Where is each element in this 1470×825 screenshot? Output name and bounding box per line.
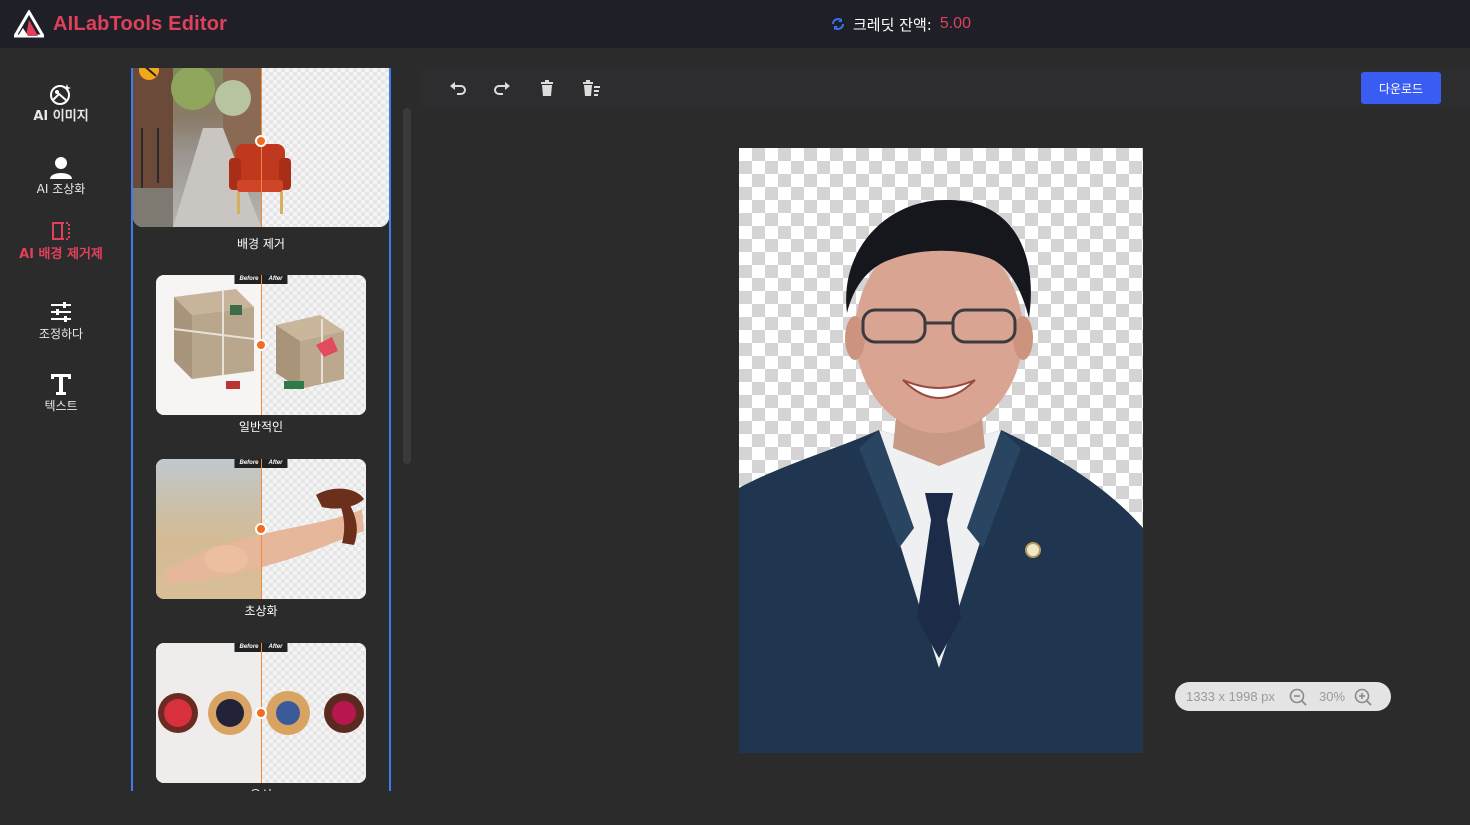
compare-handle[interactable]	[255, 707, 267, 719]
brand[interactable]: AILabTools Editor	[14, 10, 227, 38]
credit-balance: 크레딧 잔액: 5.00	[831, 13, 971, 35]
credit-label: 크레딧 잔액:	[853, 15, 932, 34]
undo-icon[interactable]	[448, 78, 468, 98]
template-thumbnail	[133, 68, 389, 227]
nav-label: 조정하다	[38, 327, 84, 341]
nav-label: AI 이미지	[33, 109, 89, 124]
template-label: 일반적인	[238, 420, 284, 434]
canvas-toolbar	[421, 68, 1470, 108]
zoom-out-icon[interactable]	[1288, 687, 1308, 707]
clear-all-icon[interactable]	[581, 78, 601, 98]
template-thumbnail: Before After	[156, 643, 366, 783]
nav-text[interactable]: 텍스트	[0, 372, 122, 415]
before-label: Before	[239, 644, 259, 650]
nav-ai-image[interactable]: AI 이미지	[0, 82, 122, 125]
compare-handle[interactable]	[255, 339, 267, 351]
chair-image	[229, 144, 291, 214]
brand-logo-icon	[14, 10, 44, 38]
after-label: After	[268, 460, 283, 466]
hide-badge-icon	[139, 68, 159, 80]
compare-divider	[261, 68, 262, 227]
nav-ai-portrait[interactable]: AI 조상화	[0, 155, 122, 198]
image-dimensions: 1333 x 1998 px	[1186, 689, 1275, 704]
compare-handle[interactable]	[255, 523, 267, 535]
template-card[interactable]: 배경 제거	[133, 68, 389, 258]
portrait-cutout-image	[739, 199, 1143, 753]
redo-icon[interactable]	[492, 78, 512, 98]
zoom-in-icon[interactable]	[1353, 687, 1373, 707]
after-label: After	[268, 276, 283, 282]
nav-ai-background-remove[interactable]: AI 배경 제거제	[0, 220, 122, 263]
template-panel: 배경 제거 Before After 일반적인 Before After 초상화…	[131, 68, 391, 791]
zoom-bar: 1333 x 1998 px 30%	[1175, 682, 1391, 711]
nav-label: AI 배경 제거제	[19, 247, 103, 262]
top-bar: AILabTools Editor 크레딧 잔액: 5.00	[0, 0, 1470, 48]
canvas-image[interactable]	[739, 148, 1143, 753]
template-thumbnail: Before After	[156, 275, 366, 415]
ai-image-icon	[50, 84, 71, 105]
template-label: 음식	[133, 786, 389, 791]
template-label: 초상화	[244, 604, 278, 618]
download-button[interactable]: 다운로드	[1361, 72, 1441, 104]
zoom-level: 30%	[1318, 689, 1346, 704]
panel-scrollbar[interactable]	[403, 108, 411, 464]
refresh-icon[interactable]	[831, 17, 845, 31]
nav-label: AI 조상화	[36, 182, 86, 196]
text-icon	[51, 374, 71, 395]
delete-icon[interactable]	[537, 78, 557, 98]
template-card[interactable]: Before After 일반적인	[133, 275, 389, 450]
adjust-sliders-icon	[51, 302, 71, 322]
app-title: AILabTools Editor	[53, 12, 228, 35]
nav-label: 텍스트	[44, 399, 78, 413]
template-thumbnail: Before After	[156, 459, 366, 599]
before-label: Before	[239, 460, 259, 466]
template-card[interactable]: Before After 음식	[133, 643, 389, 791]
before-label: Before	[239, 276, 259, 282]
portrait-icon	[50, 157, 72, 179]
credit-value: 5.00	[939, 15, 971, 32]
nav-adjust[interactable]: 조정하다	[0, 300, 122, 343]
left-nav: AI 이미지 AI 조상화 AI 배경 제거제 조정하다 텍스트	[0, 48, 122, 825]
template-label: 배경 제거	[237, 237, 285, 251]
template-card[interactable]: Before After 초상화	[133, 459, 389, 634]
background-remove-icon	[52, 222, 70, 240]
after-label: After	[268, 644, 283, 650]
